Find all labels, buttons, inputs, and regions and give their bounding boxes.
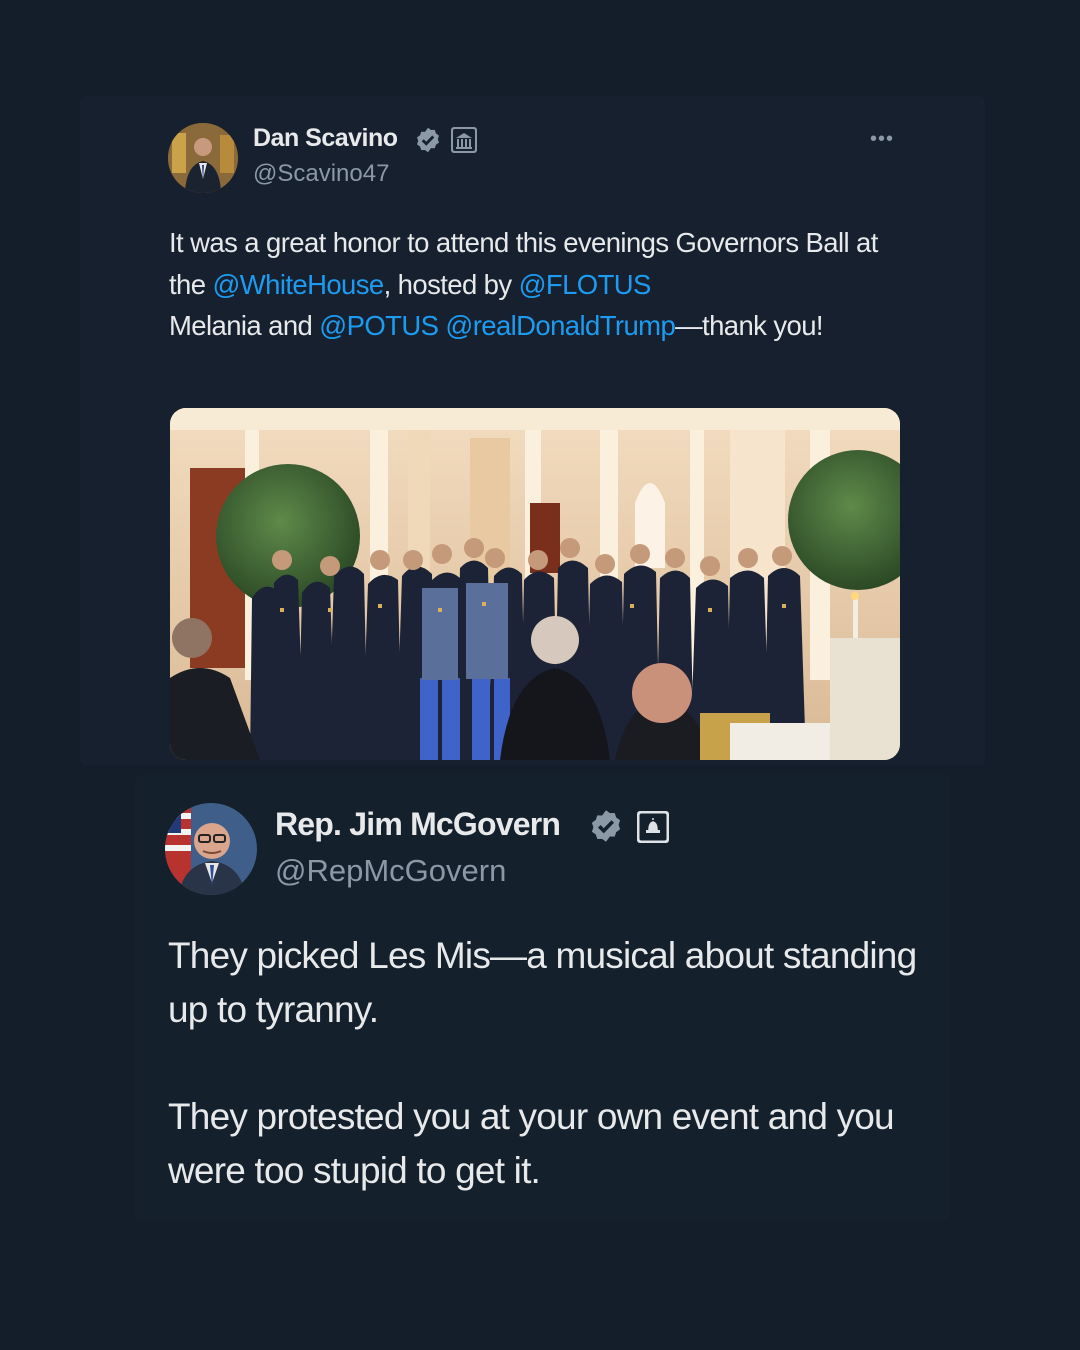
white-house-affiliation-icon[interactable]: [450, 126, 478, 154]
mcgovern-tweet-paragraph-2: They protested you at your own event and…: [168, 1096, 895, 1191]
scavino-avatar[interactable]: [168, 123, 238, 193]
text-segment: Melania and: [169, 310, 320, 341]
verified-badge-icon: [588, 808, 624, 844]
text-segment: , hosted by: [383, 268, 519, 300]
capitol-affiliation-icon[interactable]: [636, 810, 670, 844]
scavino-handle[interactable]: @Scavino47: [253, 160, 389, 188]
mcgovern-display-name[interactable]: Rep. Jim McGovern: [275, 806, 561, 843]
mention-link-flotus[interactable]: @FLOTUS: [519, 269, 652, 300]
mention-link-whitehouse[interactable]: @WhiteHouse: [212, 269, 384, 300]
verified-badge-icon: [414, 126, 442, 154]
scavino-display-name[interactable]: Dan Scavino: [253, 124, 398, 153]
text-segment: —thank you!: [675, 310, 823, 341]
mcgovern-handle[interactable]: @RepMcGovern: [275, 853, 506, 889]
mention-link-realdonaldtrump[interactable]: @realDonaldTrump: [445, 310, 675, 341]
scavino-tweet-text: It was a great honor to attend this even…: [169, 222, 914, 347]
mcgovern-avatar[interactable]: [165, 803, 257, 895]
mcgovern-tweet-paragraph-1: They picked Les Mis—a musical about stan…: [168, 935, 917, 1030]
tweet-photo[interactable]: [170, 408, 900, 760]
more-options-icon[interactable]: •••: [870, 128, 894, 151]
mention-link-potus[interactable]: @POTUS: [319, 310, 439, 341]
